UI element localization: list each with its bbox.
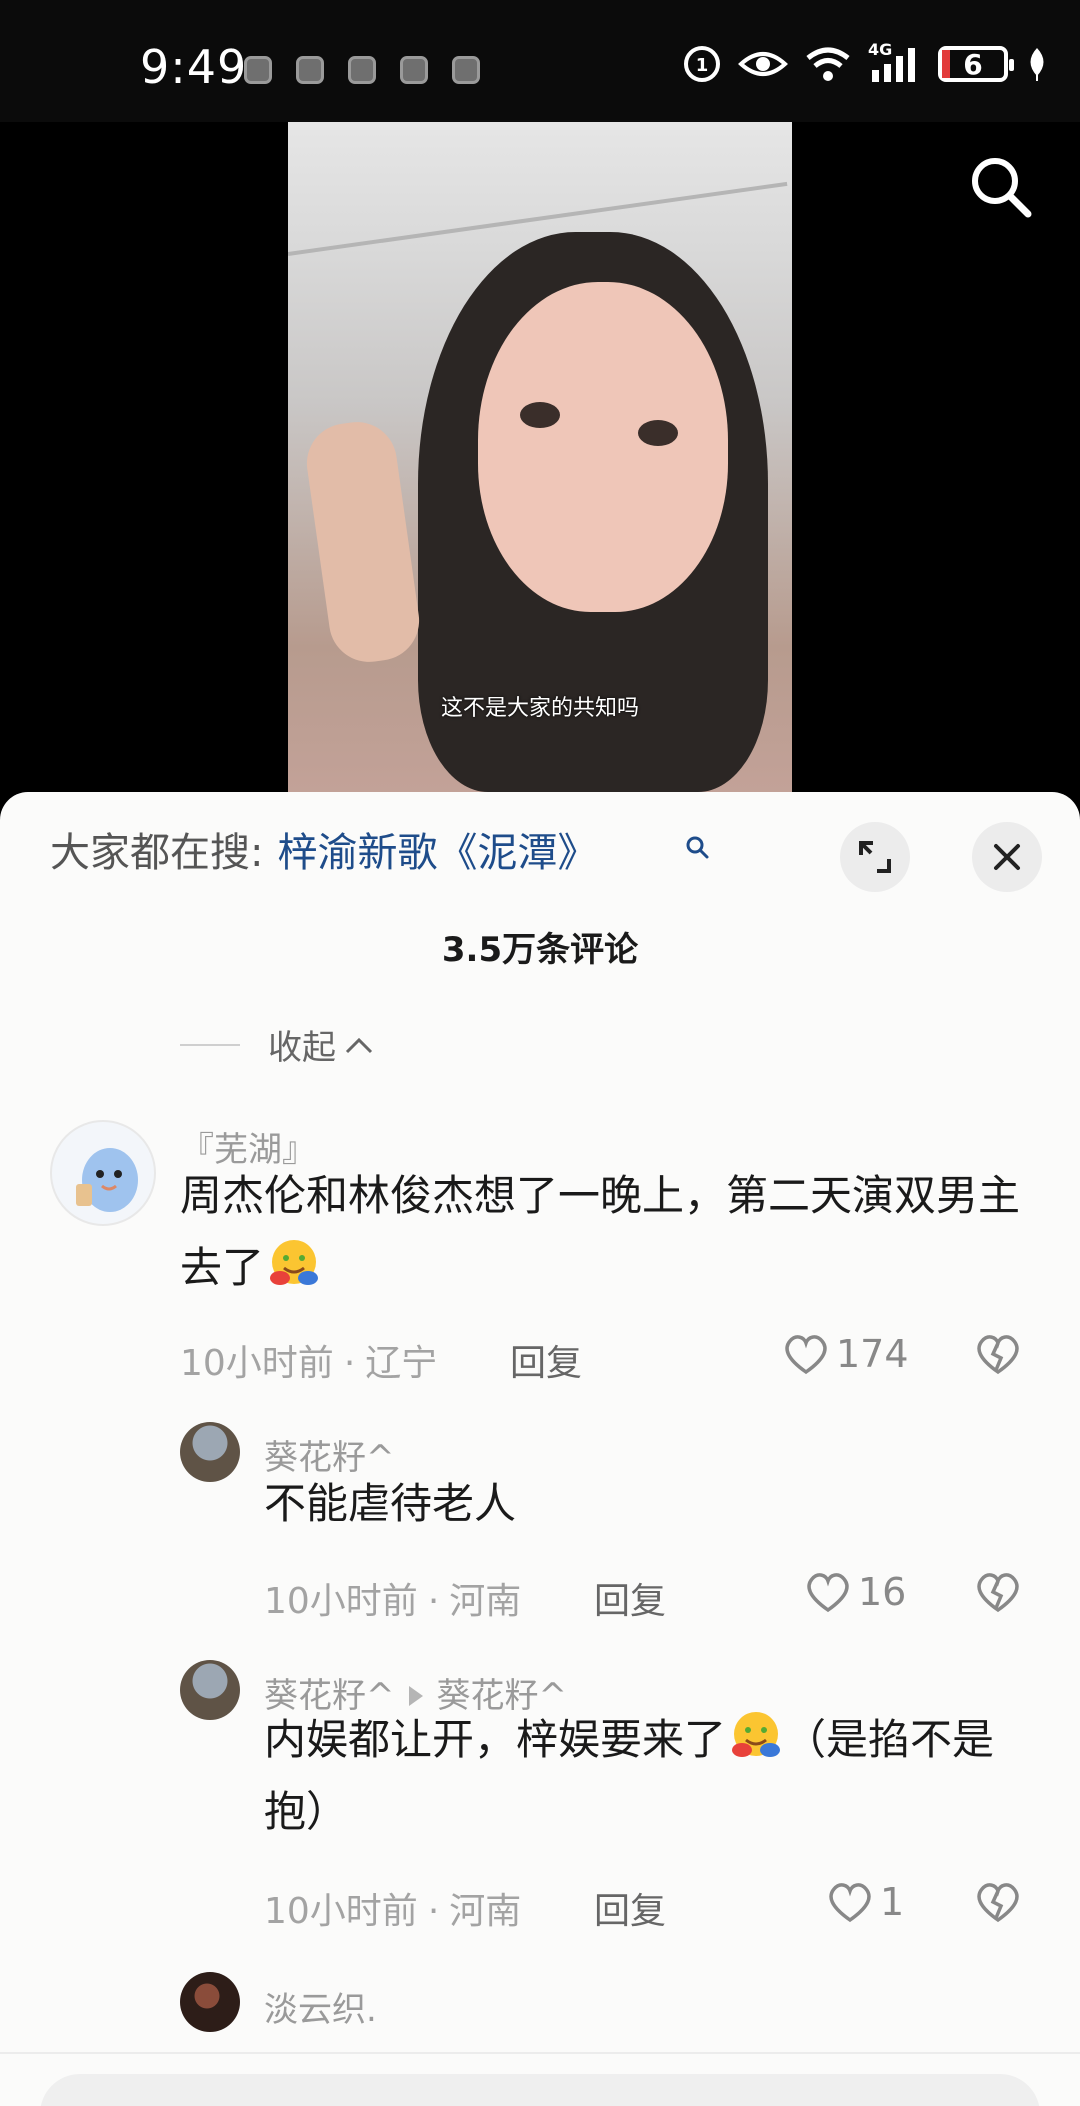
- comment-time: 10小时前: [180, 1343, 334, 1384]
- close-button[interactable]: [972, 822, 1042, 892]
- heart-icon: [829, 1883, 871, 1923]
- search-icon[interactable]: [966, 152, 1036, 222]
- comment-username[interactable]: 淡云织.: [264, 1982, 377, 2031]
- comment-input[interactable]: [40, 2074, 1040, 2106]
- collapse-label: 收起: [268, 1028, 336, 1068]
- divider-line: [180, 1043, 240, 1046]
- avatar[interactable]: [180, 1422, 240, 1482]
- video-frame[interactable]: 这不是大家的共知吗: [288, 122, 792, 822]
- hugging-face-icon: [270, 1240, 319, 1285]
- search-icon[interactable]: [684, 834, 710, 860]
- battery-level: 6: [963, 47, 983, 81]
- hd-icon: 1: [684, 46, 720, 82]
- comment-count-title: 3.5万条评论: [441, 930, 639, 970]
- trending-search-bar[interactable]: 大家都在搜: 梓渝新歌《泥潭》: [50, 820, 597, 878]
- video-person-eye: [638, 420, 678, 446]
- notification-icon: [400, 56, 428, 84]
- like-button[interactable]: 16: [804, 1570, 906, 1614]
- heart-icon: [807, 1573, 849, 1613]
- comment-text: 内娱都让开，梓娱要来了 （是掐不是抱）: [264, 1704, 1024, 1848]
- like-count: 16: [858, 1570, 907, 1614]
- comments-sheet: 大家都在搜: 梓渝新歌《泥潭》 3.5万条评论 收起 『芜湖』 周杰伦和林俊杰想了…: [0, 792, 1080, 2106]
- hugging-face-icon: [732, 1712, 781, 1757]
- divider-line: [0, 2052, 1080, 2054]
- dislike-icon[interactable]: [974, 1570, 1022, 1614]
- trending-keyword[interactable]: 梓渝新歌《泥潭》: [277, 830, 597, 876]
- expand-button[interactable]: [840, 822, 910, 892]
- reply-arrow-icon: [408, 1685, 423, 1706]
- eye-icon: [738, 52, 788, 76]
- comment-location: 河南: [449, 1891, 522, 1932]
- expand-icon: [859, 841, 891, 873]
- video-person-face: [478, 282, 728, 612]
- comment-text: 周杰伦和林俊杰想了一晚上，第二天演双男主去了: [180, 1160, 1020, 1304]
- dislike-icon[interactable]: [974, 1332, 1022, 1376]
- notification-icon: [348, 56, 376, 84]
- reply-button[interactable]: 回复: [510, 1334, 582, 1386]
- like-count: 174: [836, 1332, 909, 1376]
- close-icon: [994, 844, 1020, 870]
- comment-text-content: 内娱都让开，梓娱要来了: [264, 1715, 727, 1764]
- comment-meta: 10小时前 · 河南: [264, 1581, 522, 1622]
- comment-text: 不能虐待老人: [264, 1479, 517, 1528]
- chevron-up-icon: [345, 1037, 373, 1053]
- dislike-icon[interactable]: [974, 1880, 1022, 1924]
- comment-time: 10小时前: [264, 1581, 418, 1622]
- network-type: 4G: [868, 40, 893, 59]
- notification-icon: [296, 56, 324, 84]
- svg-text:1: 1: [696, 55, 709, 76]
- collapse-replies-button[interactable]: 收起: [180, 1020, 374, 1069]
- like-button[interactable]: 1: [826, 1880, 904, 1924]
- status-clock: 9:49: [140, 40, 248, 94]
- leaf-icon: [1030, 48, 1044, 81]
- notification-icon: [244, 56, 272, 84]
- video-player[interactable]: 这不是大家的共知吗: [0, 122, 1080, 822]
- shark-avatar-icon: [76, 1148, 138, 1212]
- trending-label: 大家都在搜:: [50, 830, 264, 876]
- like-button[interactable]: 174: [782, 1332, 909, 1376]
- video-subtitle: 这不是大家的共知吗: [440, 696, 639, 721]
- avatar[interactable]: [180, 1660, 240, 1720]
- video-person-hand: [301, 416, 425, 668]
- reply-button[interactable]: 回复: [594, 1882, 666, 1934]
- video-person-eye: [520, 402, 560, 428]
- avatar[interactable]: [180, 1972, 240, 2032]
- signal-icon: 4G: [868, 40, 922, 84]
- comment-meta: 10小时前 · 河南: [264, 1891, 522, 1932]
- avatar[interactable]: [50, 1120, 156, 1226]
- wifi-icon: [806, 47, 850, 81]
- heart-icon: [785, 1335, 827, 1375]
- reply-button[interactable]: 回复: [594, 1572, 666, 1624]
- status-bar: 9:49 1 4G 6: [0, 0, 1080, 122]
- comment-meta: 10小时前 · 辽宁: [180, 1343, 438, 1384]
- comment-location: 河南: [449, 1581, 522, 1622]
- battery-icon: 6: [938, 46, 1014, 82]
- comment-time: 10小时前: [264, 1891, 418, 1932]
- notification-icon: [452, 56, 480, 84]
- comment-location: 辽宁: [365, 1343, 438, 1384]
- like-count: 1: [880, 1880, 905, 1924]
